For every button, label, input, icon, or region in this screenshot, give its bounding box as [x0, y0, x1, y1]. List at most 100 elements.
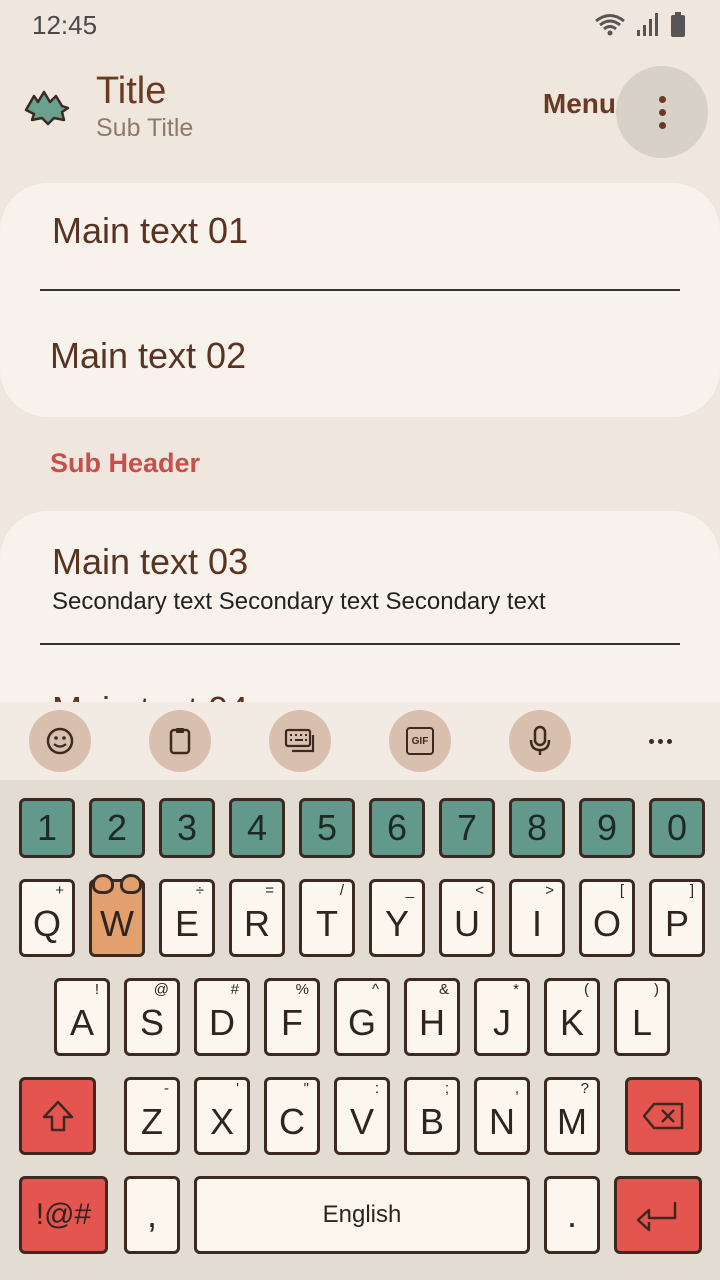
key-a[interactable]: A! [54, 978, 110, 1056]
key-label: W [100, 903, 134, 944]
number-key-3[interactable]: 3 [159, 798, 215, 858]
battery-icon [671, 12, 685, 37]
key-label: R [244, 903, 270, 944]
microphone-icon [529, 725, 551, 755]
symbols-key[interactable]: !@# [19, 1176, 108, 1254]
clipboard-icon [169, 728, 191, 755]
number-key-4[interactable]: 4 [229, 798, 285, 858]
space-key[interactable]: English [194, 1176, 530, 1254]
key-hint: ) [654, 981, 659, 998]
number-key-5[interactable]: 5 [299, 798, 355, 858]
list-item-main-text-02[interactable]: Main text 02 [50, 335, 246, 377]
key-hint: [ [619, 882, 624, 899]
key-label: Q [32, 903, 61, 944]
key-z[interactable]: Z- [124, 1077, 180, 1155]
clipboard-button[interactable] [149, 710, 211, 772]
key-j[interactable]: J * [474, 978, 530, 1056]
number-key-9[interactable]: 9 [579, 798, 635, 858]
key-label: X [209, 1101, 234, 1142]
key-e[interactable]: E ÷ [159, 879, 215, 957]
key-x[interactable]: X ' [194, 1077, 250, 1155]
status-icons [594, 12, 686, 38]
key-label: 6 [386, 807, 408, 848]
emoji-icon [46, 727, 74, 755]
key-g[interactable]: G ^ [334, 978, 390, 1056]
comma-key[interactable]: , [124, 1176, 180, 1254]
key-label: 2 [106, 807, 128, 848]
key-o[interactable]: O[ [579, 879, 635, 957]
key-t[interactable]: T / [299, 879, 355, 957]
key-label: 8 [526, 807, 548, 848]
keyboard-layout-button[interactable] [269, 710, 331, 772]
key-label: I [531, 903, 542, 944]
key-label: 5 [316, 807, 338, 848]
list-item-main-text-01[interactable]: Main text 01 [52, 210, 248, 252]
number-key-2[interactable]: 2 [89, 798, 145, 858]
key-y[interactable]: Y _ [369, 879, 425, 957]
key-hint: > [545, 882, 554, 899]
key-label: Z [141, 1101, 163, 1142]
key-label: G [347, 1002, 376, 1043]
key-n[interactable]: N, [474, 1077, 530, 1155]
key-label: Y [384, 903, 409, 944]
key-m[interactable]: M? [544, 1077, 600, 1155]
divider [40, 289, 680, 291]
key-q[interactable]: Q + [19, 879, 75, 957]
key-c[interactable]: C " [264, 1077, 320, 1155]
key-label: P [664, 903, 689, 944]
key-d[interactable]: D # [194, 978, 250, 1056]
period-key[interactable]: . [544, 1176, 600, 1254]
bear-ear-icon [120, 874, 142, 894]
gif-button[interactable]: GIF [389, 710, 451, 772]
key-label: D [209, 1002, 235, 1043]
number-key-7[interactable]: 7 [439, 798, 495, 858]
key-i[interactable]: I > [509, 879, 565, 957]
key-l[interactable]: L) [614, 978, 670, 1056]
key-u[interactable]: U < [439, 879, 495, 957]
backspace-icon [642, 1102, 683, 1130]
number-key-6[interactable]: 6 [369, 798, 425, 858]
key-w[interactable]: W× [89, 874, 145, 957]
key-label: 9 [596, 807, 618, 848]
enter-key[interactable] [614, 1176, 702, 1254]
keyboard: !@# , English . 1234567890Q+W×E÷R=T/Y_U<… [0, 780, 720, 1280]
menu-button[interactable]: Menu [543, 88, 616, 120]
key-s[interactable]: S @ [124, 978, 180, 1056]
key-k[interactable]: K( [544, 978, 600, 1056]
key-hint: - [164, 1080, 169, 1097]
key-hint: < [475, 882, 484, 899]
key-b[interactable]: B; [404, 1077, 460, 1155]
key-hint: + [55, 882, 64, 899]
signal-icon [637, 13, 658, 36]
key-label: H [419, 1002, 445, 1043]
list-item-main-text-03[interactable]: Main text 03 [52, 541, 248, 583]
key-label: F [281, 1002, 303, 1043]
key-hint: ? [580, 1080, 589, 1097]
key-r[interactable]: R = [229, 879, 285, 957]
key-f[interactable]: F% [264, 978, 320, 1056]
voice-input-button[interactable] [509, 710, 571, 772]
key-label: 7 [456, 807, 478, 848]
key-v[interactable]: V: [334, 1077, 390, 1155]
key-hint: # [230, 981, 239, 998]
number-key-8[interactable]: 8 [509, 798, 565, 858]
number-key-1[interactable]: 1 [19, 798, 75, 858]
emoji-button[interactable] [29, 710, 91, 772]
key-label: C [279, 1101, 305, 1142]
shift-key[interactable] [19, 1077, 96, 1155]
key-label: E [174, 903, 199, 944]
more-options-button[interactable] [616, 66, 708, 158]
shift-arrow-icon [42, 1100, 73, 1132]
key-hint: " [303, 1080, 309, 1097]
bear-ear-icon [92, 874, 114, 894]
key-hint: & [438, 981, 449, 998]
status-time: 12:45 [32, 10, 98, 40]
more-icon[interactable] [629, 710, 691, 772]
key-hint: = [265, 882, 274, 899]
backspace-key[interactable] [625, 1077, 702, 1155]
key-p[interactable]: P] [649, 879, 705, 957]
key-hint: / [339, 882, 344, 899]
key-h[interactable]: H & [404, 978, 460, 1056]
number-key-0[interactable]: 0 [649, 798, 705, 858]
wifi-icon [595, 14, 625, 36]
